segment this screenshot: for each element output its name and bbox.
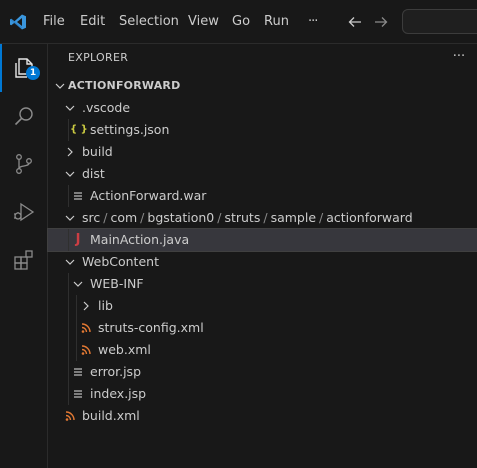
chevron-down-icon xyxy=(65,259,75,265)
go-back-icon[interactable] xyxy=(347,14,363,30)
generic-file-icon xyxy=(74,390,82,398)
tree-file-index-jsp[interactable]: index.jsp xyxy=(48,383,477,405)
sidebar-more-button[interactable]: ··· xyxy=(451,50,467,66)
chevron-right-icon xyxy=(83,301,89,311)
go-forward-icon[interactable] xyxy=(373,14,389,30)
source-control-icon xyxy=(16,154,32,174)
search-icon xyxy=(14,107,33,126)
folder-label: build xyxy=(82,144,113,159)
tree-folder-webcontent[interactable]: WebContent xyxy=(48,251,477,273)
menu-more-button[interactable]: ··· xyxy=(308,13,318,31)
xml-file-icon xyxy=(81,345,91,355)
active-indicator xyxy=(0,44,2,92)
file-label: error.jsp xyxy=(90,364,142,379)
indent-guide xyxy=(68,361,69,383)
tree-file-actionforward-war[interactable]: ActionForward.war xyxy=(48,185,477,207)
path-segment[interactable]: src xyxy=(82,210,100,225)
indent-guide xyxy=(68,229,69,251)
vscode-logo-icon[interactable] xyxy=(9,13,27,31)
chevron-right-icon xyxy=(67,147,73,157)
xml-file-icon xyxy=(81,323,91,333)
tree-file-struts-config-xml[interactable]: struts-config.xml xyxy=(48,317,477,339)
file-label: web.xml xyxy=(98,342,151,357)
explorer-badge: 1 xyxy=(26,66,40,80)
menu-selection[interactable]: Selection xyxy=(119,13,179,31)
folder-label: WEB-INF xyxy=(90,276,144,291)
indent-guide xyxy=(68,383,69,405)
file-label: MainAction.java xyxy=(90,232,190,247)
workspace-name: ACTIONFORWARD xyxy=(68,79,181,92)
explorer-activity-button[interactable]: 1 xyxy=(0,44,48,92)
xml-file-icon xyxy=(65,411,75,421)
path-segment[interactable]: actionforward xyxy=(326,210,412,225)
chevron-down-icon xyxy=(65,171,75,177)
chevron-down-icon xyxy=(65,105,75,111)
indent-guide xyxy=(68,119,69,141)
command-center-search[interactable] xyxy=(402,9,477,34)
indent-guide xyxy=(68,295,69,317)
tree-folder-src-path[interactable]: src / com / bgstation0/struts / sample / actionf… xyxy=(48,207,477,229)
json-file-icon: { } xyxy=(70,124,88,135)
file-label: settings.json xyxy=(90,122,170,137)
menu-run[interactable]: Run xyxy=(264,13,289,31)
file-label: build.xml xyxy=(82,408,140,423)
extensions-icon xyxy=(14,250,33,270)
chevron-down-icon xyxy=(65,215,75,221)
folder-label: dist xyxy=(82,166,105,181)
menu-view[interactable]: View xyxy=(188,13,219,31)
run-debug-activity-button[interactable] xyxy=(0,188,48,236)
tree-file-mainaction-java[interactable]: J MainAction.java xyxy=(47,228,477,252)
path-segment[interactable]: struts xyxy=(224,210,260,225)
tree-folder-lib[interactable]: lib xyxy=(48,295,477,317)
generic-file-icon xyxy=(74,192,82,200)
tree-folder-vscode[interactable]: .vscode xyxy=(48,97,477,119)
chevron-down-icon xyxy=(73,281,83,287)
indent-guide xyxy=(76,339,77,361)
indent-guide xyxy=(68,273,69,295)
menu-file[interactable]: File xyxy=(43,13,65,31)
folder-label: lib xyxy=(98,298,113,313)
run-debug-icon xyxy=(14,202,35,222)
source-control-activity-button[interactable] xyxy=(0,140,48,188)
generic-file-icon xyxy=(74,368,82,376)
tree-file-error-jsp[interactable]: error.jsp xyxy=(48,361,477,383)
compact-folder-path: src / com / bgstation0/struts / sample / actionf… xyxy=(82,210,413,225)
java-file-icon: J xyxy=(75,232,81,247)
sidebar-title: EXPLORER xyxy=(68,51,129,64)
activity-bar: 1 xyxy=(0,44,48,468)
menu-go[interactable]: Go xyxy=(232,13,250,31)
file-label: ActionForward.war xyxy=(90,188,207,203)
file-label: struts-config.xml xyxy=(98,320,204,335)
tree-file-settings-json[interactable]: { } settings.json xyxy=(48,119,477,141)
search-activity-button[interactable] xyxy=(0,92,48,140)
folder-label: .vscode xyxy=(82,100,131,115)
indent-guide xyxy=(76,295,77,317)
workspace-section-header[interactable]: ACTIONFORWARD xyxy=(48,75,477,97)
indent-guide xyxy=(68,185,69,207)
tree-file-build-xml[interactable]: build.xml xyxy=(48,405,477,427)
folder-label: WebContent xyxy=(82,254,159,269)
file-tree: .vscode { } settings.json build dist Act… xyxy=(47,97,477,427)
path-segment[interactable]: com xyxy=(110,210,137,225)
indent-guide xyxy=(76,317,77,339)
chevron-down-icon xyxy=(55,83,65,89)
menu-edit[interactable]: Edit xyxy=(80,13,105,31)
file-label: index.jsp xyxy=(90,386,147,401)
indent-guide xyxy=(68,339,69,361)
tree-file-web-xml[interactable]: web.xml xyxy=(48,339,477,361)
explorer-sidebar: EXPLORER ··· ACTIONFORWARD .vscode { } s… xyxy=(47,44,477,468)
tree-folder-build[interactable]: build xyxy=(48,141,477,163)
tree-folder-dist[interactable]: dist xyxy=(48,163,477,185)
tree-folder-web-inf[interactable]: WEB-INF xyxy=(48,273,477,295)
title-bar: File Edit Selection View Go Run ··· xyxy=(0,0,477,44)
path-segment[interactable]: sample xyxy=(271,210,316,225)
extensions-activity-button[interactable] xyxy=(0,236,48,284)
path-segment[interactable]: bgstation0 xyxy=(147,210,214,225)
indent-guide xyxy=(68,317,69,339)
